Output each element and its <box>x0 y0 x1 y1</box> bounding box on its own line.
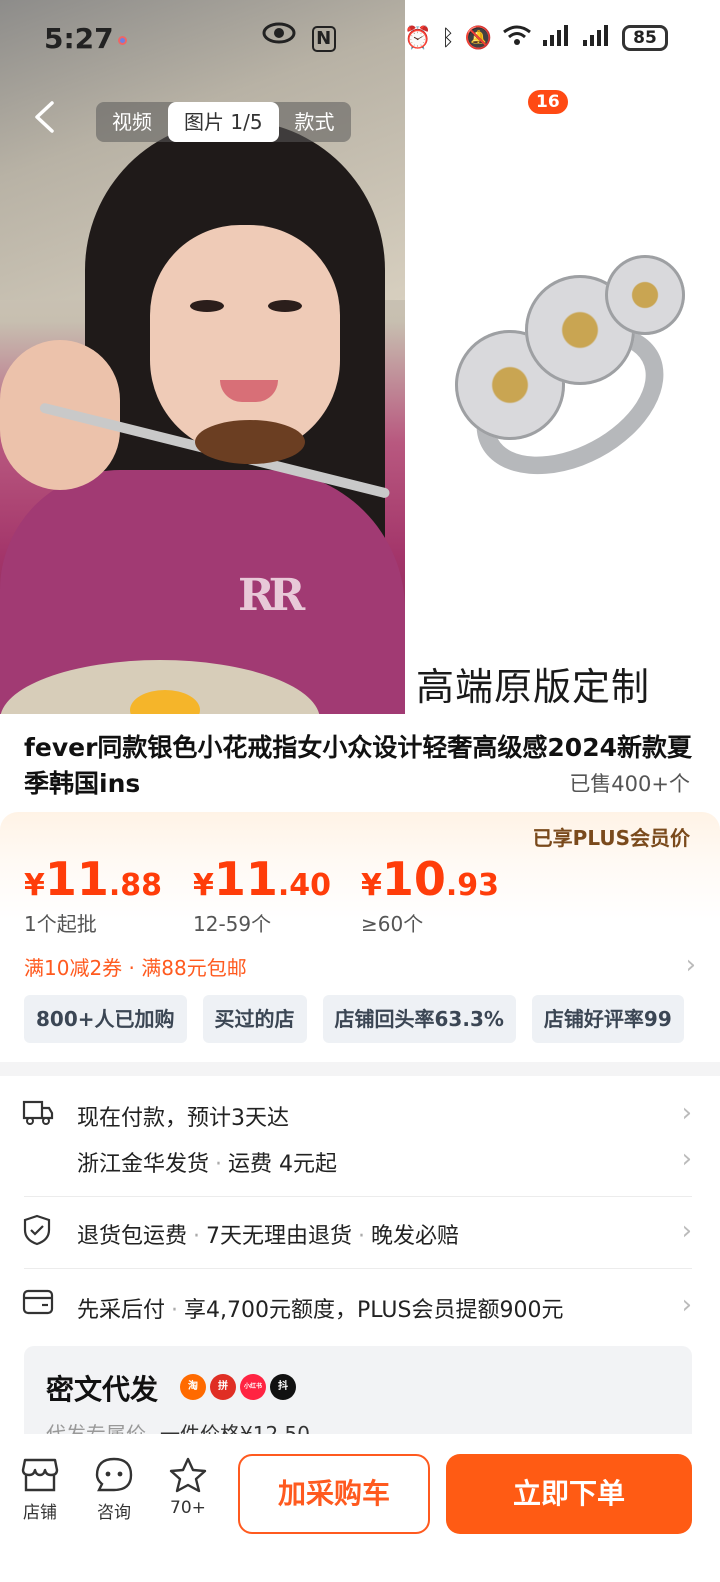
xiaohongshu-icon: 小红书 <box>240 1374 266 1400</box>
promo-coupons[interactable]: 满10减2券 · 满88元包邮 <box>24 952 247 981</box>
credit-limit: 享4,700元额度，PLUS会员提额900元 <box>184 1298 564 1323</box>
dropship-title: 密文代发 <box>46 1373 159 1406</box>
chip-return-rate: 店铺回头率63.3% <box>322 995 516 1043</box>
tab-styles[interactable]: 款式 <box>279 102 351 142</box>
daisy-ring-image <box>451 255 690 505</box>
chip-added-cart: 800+人已加购 <box>24 995 187 1043</box>
chevron-right-icon: › <box>681 1290 692 1320</box>
pinduoduo-icon: 拼 <box>210 1374 236 1400</box>
status-bar: 5:27 N ⏰ ᛒ 🔕 85 <box>0 0 720 84</box>
platform-icons: 淘 拼 小红书 抖 <box>180 1374 296 1400</box>
nfc-icon: N <box>311 26 336 52</box>
share-icon <box>584 106 616 138</box>
chevron-right-icon: › <box>681 1098 692 1128</box>
star-icon <box>169 1457 207 1493</box>
sweater-logo: RR <box>238 570 305 621</box>
eye-icon <box>262 22 304 50</box>
chevron-right-icon: › <box>681 1216 692 1246</box>
more-dots-icon: ··· <box>653 98 691 136</box>
favorite-button[interactable]: 70+ <box>156 1456 220 1518</box>
favorite-count: 70+ <box>170 1498 206 1518</box>
tab-images[interactable]: 图片 1/5 <box>168 102 279 142</box>
chip-good-rate: 店铺好评率99 <box>531 995 684 1043</box>
price-tier-1: ¥11.88 1个起批 <box>24 852 163 936</box>
media-tabs: 视频 图片 1/5 款式 <box>96 102 351 142</box>
store-button[interactable]: 店铺 <box>8 1456 72 1523</box>
wallet-icon <box>22 1288 54 1320</box>
shield-check-icon <box>22 1214 54 1246</box>
status-time: 5:27 <box>44 22 114 55</box>
sold-count: 已售400+个 <box>569 772 690 796</box>
tier-quantity: ≥60个 <box>361 912 424 936</box>
chip-visited-shop[interactable]: 买过的店 <box>202 995 307 1043</box>
add-to-cart-button[interactable]: 加采购车 <box>238 1454 430 1534</box>
tier-quantity: 12-59个 <box>193 912 272 936</box>
shipping-fee: 运费 4元起 <box>228 1152 338 1177</box>
signal-icon <box>542 24 572 52</box>
chat-face-icon <box>95 1457 133 1492</box>
late-compensation: 晚发必赔 <box>371 1224 460 1249</box>
chevron-right-icon: › <box>681 1144 692 1174</box>
truck-icon <box>22 1098 54 1130</box>
battery-icon: 85 <box>622 25 668 51</box>
store-icon <box>21 1458 59 1492</box>
mute-icon: 🔕 <box>464 25 492 51</box>
share-button[interactable] <box>580 102 620 142</box>
wifi-icon <box>502 24 532 52</box>
douyin-icon: 抖 <box>270 1374 296 1400</box>
price-tier-3: ¥10.93 ≥60个 <box>361 852 500 936</box>
consult-button[interactable]: 咨询 <box>82 1456 146 1523</box>
taobao-icon: 淘 <box>180 1374 206 1400</box>
section-divider <box>0 1062 720 1076</box>
chevron-left-icon <box>35 101 54 133</box>
shop-stats-chips: 800+人已加购 买过的店 店铺回头率63.3% 店铺好评率99 <box>24 995 684 1043</box>
seven-day-return: 7天无理由退货 <box>206 1224 353 1249</box>
signal-icon-2 <box>582 24 612 52</box>
notification-dot-icon <box>118 36 127 45</box>
buy-now-button[interactable]: 立即下单 <box>446 1454 692 1534</box>
tier-quantity: 1个起批 <box>24 912 97 936</box>
plus-price-tag: 已享PLUS会员价 <box>532 826 690 850</box>
bluetooth-icon: ᛒ <box>441 25 455 51</box>
pay-later-label: 先采后付 <box>77 1298 166 1323</box>
delivery-estimate: 现在付款，预计3天达 <box>77 1106 289 1131</box>
alarm-icon: ⏰ <box>403 25 432 51</box>
ship-from: 浙江金华发货 <box>77 1152 210 1177</box>
cart-count-badge: 16 <box>528 90 568 114</box>
return-shipping: 退货包运费 <box>77 1224 188 1249</box>
consult-label: 咨询 <box>97 1503 131 1523</box>
price-tier-2: ¥11.40 12-59个 <box>193 852 332 936</box>
more-options-button[interactable]: ··· <box>650 101 694 143</box>
store-label: 店铺 <box>23 1503 57 1523</box>
back-button[interactable] <box>22 98 66 148</box>
tab-video[interactable]: 视频 <box>96 102 168 142</box>
chevron-right-icon[interactable]: › <box>686 950 696 980</box>
product-caption: 高端原版定制 <box>416 665 651 709</box>
